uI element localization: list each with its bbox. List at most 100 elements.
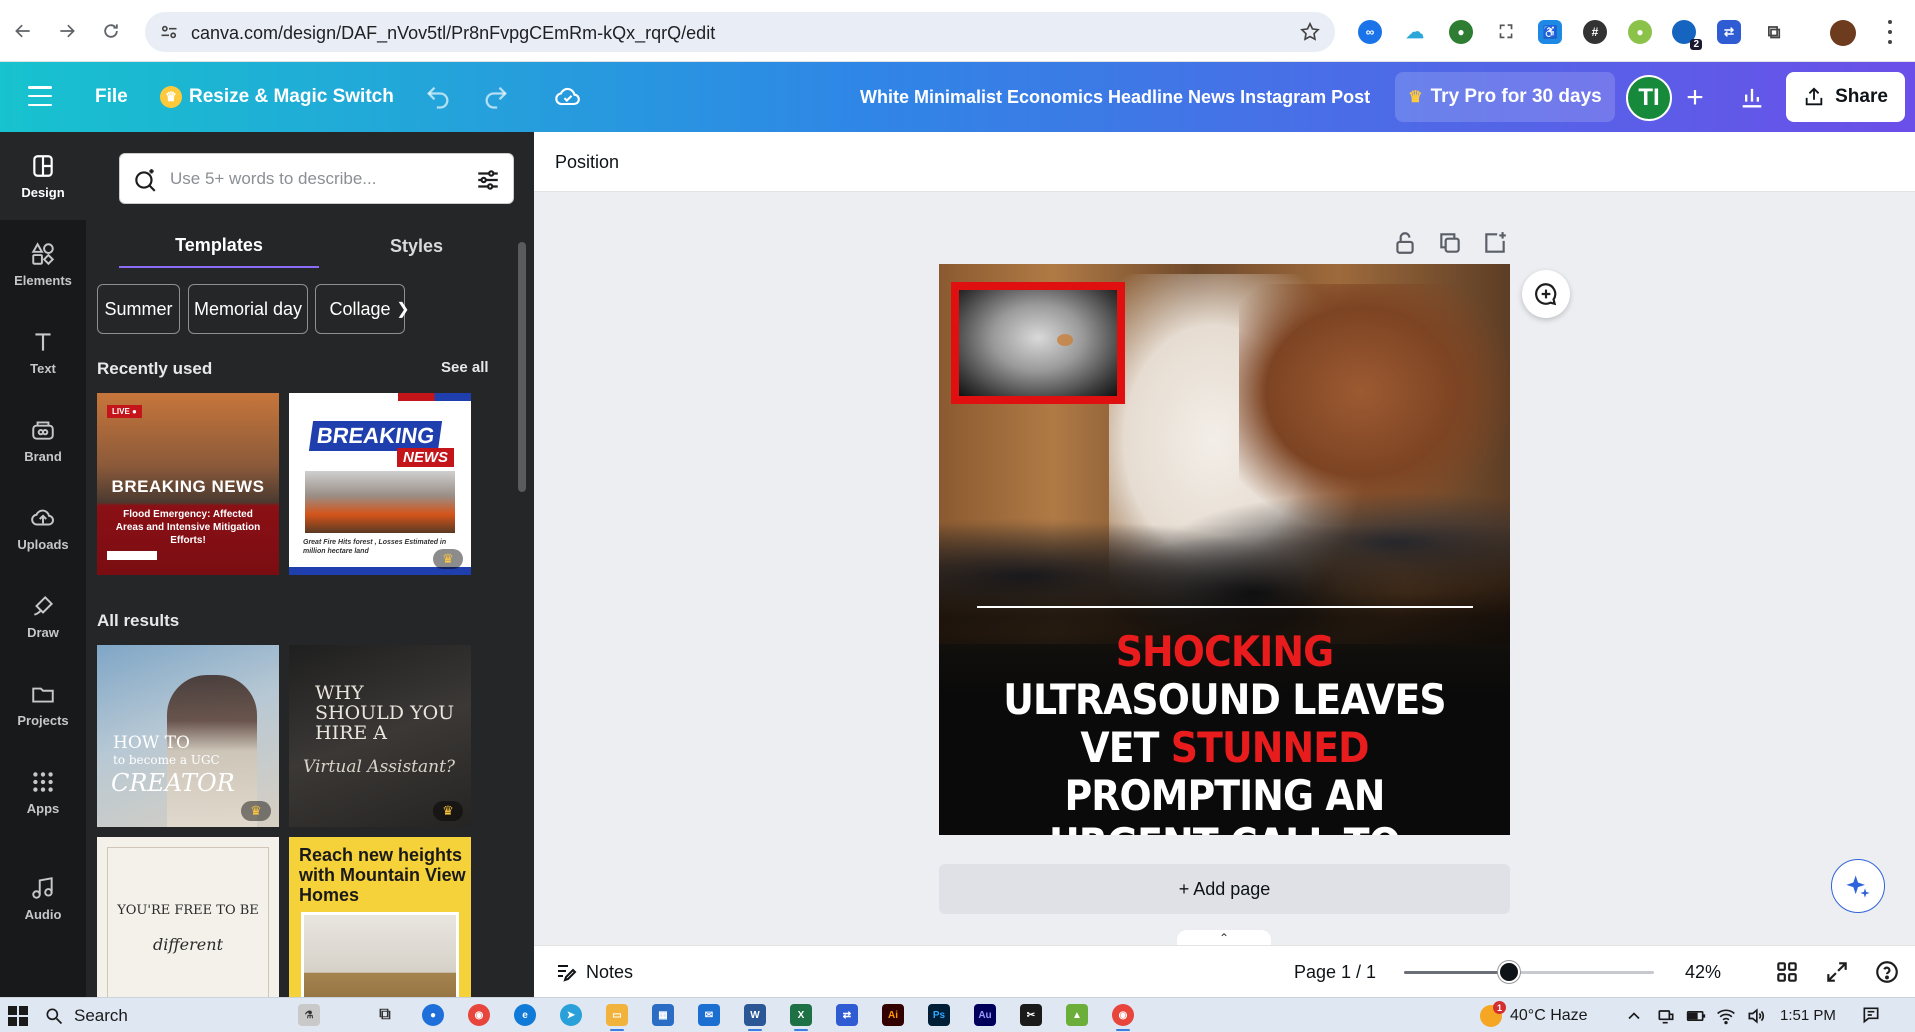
app-edge-icon[interactable]: e xyxy=(514,1004,536,1026)
rail-item-draw[interactable]: Draw xyxy=(0,572,86,660)
headline-text[interactable]: SHOCKING ULTRASOUND LEAVES VET STUNNED P… xyxy=(977,628,1473,836)
app-store-icon[interactable]: ▦ xyxy=(652,1004,674,1026)
zoom-slider-handle[interactable] xyxy=(1498,961,1520,983)
try-pro-button[interactable]: ♛ Try Pro for 30 days xyxy=(1395,72,1615,122)
page-counter[interactable]: Page 1 / 1 xyxy=(1294,962,1376,983)
main-menu-icon[interactable] xyxy=(28,86,52,106)
document-title[interactable]: White Minimalist Economics Headline News… xyxy=(860,62,1370,132)
template-thumb-ugc-creator[interactable]: HOW TO to become a UGC CREATOR ♛ xyxy=(97,645,279,827)
rail-item-text[interactable]: Text xyxy=(0,308,86,396)
template-thumb-virtual-assistant[interactable]: WHY SHOULD YOU HIRE A Virtual Assistant?… xyxy=(289,645,471,827)
insights-chart-icon[interactable] xyxy=(1738,83,1766,111)
app-excel-icon[interactable]: X xyxy=(790,1004,812,1031)
app-illustrator-icon[interactable]: Ai xyxy=(882,1004,904,1026)
extension-cloud-icon[interactable]: ☁ xyxy=(1403,20,1427,44)
fullscreen-icon[interactable] xyxy=(1824,959,1850,985)
extension-badge-icon[interactable]: 2 xyxy=(1672,20,1702,50)
app-capcut-icon[interactable]: ✂ xyxy=(1020,1004,1042,1026)
rail-item-apps[interactable]: Apps xyxy=(0,748,86,836)
extension-sync-icon[interactable]: ⇄ xyxy=(1717,20,1741,44)
volume-icon[interactable] xyxy=(1746,1006,1766,1026)
file-menu[interactable]: File xyxy=(95,62,128,132)
see-all-link[interactable]: See all xyxy=(441,359,489,376)
template-thumb-breaking-news[interactable]: BREAKING NEWS Great Fire Hits forest , L… xyxy=(289,393,471,575)
extension-globe-icon[interactable]: ● xyxy=(1449,20,1473,44)
zoom-slider[interactable] xyxy=(1404,961,1654,983)
notification-center-icon[interactable] xyxy=(1860,1005,1882,1025)
weather-widget[interactable]: 1 40°C Haze xyxy=(1480,1001,1588,1030)
browser-menu-icon[interactable] xyxy=(1885,20,1895,44)
help-icon[interactable] xyxy=(1874,959,1900,985)
extensions-puzzle-icon[interactable]: ⧉ xyxy=(1762,20,1786,44)
template-search-input[interactable] xyxy=(170,166,450,192)
add-page-button[interactable]: + Add page xyxy=(939,864,1510,914)
invite-plus-icon[interactable]: + xyxy=(1678,81,1712,115)
extension-screenshot-icon[interactable]: ⛶ xyxy=(1494,20,1518,44)
app-blue-icon[interactable]: ● xyxy=(422,1004,444,1026)
filter-sliders-icon[interactable] xyxy=(475,167,501,193)
user-avatar[interactable]: TI xyxy=(1626,75,1672,121)
app-science-icon[interactable]: ⚗ xyxy=(298,1004,320,1026)
system-clock[interactable]: 1:51 PM xyxy=(1780,1007,1836,1024)
pages-expand-chevron-icon[interactable]: ⌃ xyxy=(1177,930,1271,946)
reload-button[interactable] xyxy=(94,14,128,48)
chip-memorial-day[interactable]: Memorial day xyxy=(188,284,308,334)
rail-item-brand[interactable]: Brand xyxy=(0,396,86,484)
duplicate-page-icon[interactable] xyxy=(1437,230,1463,256)
undo-icon[interactable] xyxy=(424,83,452,111)
template-thumb-flood-news[interactable]: LIVE ● BREAKING NEWS Flood Emergency: Af… xyxy=(97,393,279,575)
app-task-view-icon[interactable]: ⧉ xyxy=(374,1004,396,1026)
taskbar-search[interactable]: Search xyxy=(44,1002,284,1030)
share-button[interactable]: Share xyxy=(1786,72,1905,122)
extension-bulb-icon[interactable]: ● xyxy=(1628,20,1652,44)
bookmark-star-icon[interactable] xyxy=(1299,21,1321,43)
resize-magic-switch-button[interactable]: ♛ Resize & Magic Switch xyxy=(160,62,394,132)
forward-button[interactable] xyxy=(50,14,84,48)
rail-item-uploads[interactable]: Uploads xyxy=(0,484,86,572)
rail-item-elements[interactable]: Elements xyxy=(0,220,86,308)
app-file-explorer-icon[interactable]: ▭ xyxy=(606,1004,628,1031)
notes-button[interactable]: Notes xyxy=(554,960,633,984)
template-thumb-free-to-be[interactable]: YOU'RE FREE TO BE different xyxy=(97,837,279,997)
app-mail-icon[interactable]: ✉ xyxy=(698,1004,720,1026)
app-green-icon[interactable]: ▲ xyxy=(1066,1004,1088,1026)
design-canvas[interactable]: SHOCKING ULTRASOUND LEAVES VET STUNNED P… xyxy=(939,264,1510,835)
template-thumb-mountain-view[interactable]: Reach new heights with Mountain View Hom… xyxy=(289,837,471,997)
app-telegram-icon[interactable]: ➤ xyxy=(560,1004,582,1026)
cloud-saved-icon[interactable] xyxy=(554,83,582,111)
tray-chevron-up-icon[interactable] xyxy=(1624,1006,1644,1026)
back-button[interactable] xyxy=(6,14,40,48)
tab-styles[interactable]: Styles xyxy=(319,224,514,268)
app-chrome-icon[interactable]: ◉ xyxy=(468,1004,490,1026)
grid-view-icon[interactable] xyxy=(1774,959,1800,985)
battery-icon[interactable] xyxy=(1686,1006,1706,1026)
app-word-icon[interactable]: W xyxy=(744,1004,766,1031)
wifi-icon[interactable] xyxy=(1716,1006,1736,1026)
url-text[interactable]: canva.com/design/DAF_nVov5tl/Pr8nFvpgCEm… xyxy=(191,23,715,44)
rail-item-projects[interactable]: Projects xyxy=(0,660,86,748)
magic-assistant-button[interactable] xyxy=(1831,859,1885,913)
site-settings-icon[interactable] xyxy=(159,22,179,42)
add-comment-button[interactable] xyxy=(1522,270,1570,318)
app-audition-icon[interactable]: Au xyxy=(974,1004,996,1026)
lock-icon[interactable] xyxy=(1392,230,1418,256)
extension-hashtag-icon[interactable]: # xyxy=(1583,20,1607,44)
add-page-icon[interactable] xyxy=(1482,230,1508,256)
template-search[interactable] xyxy=(119,153,514,204)
panel-scrollbar[interactable] xyxy=(518,232,526,992)
scrollbar-thumb[interactable] xyxy=(518,242,526,492)
app-sync-icon[interactable]: ⇄ xyxy=(836,1004,858,1026)
chip-summer[interactable]: Summer xyxy=(97,284,180,334)
app-photoshop-icon[interactable]: Ps xyxy=(928,1004,950,1026)
tab-templates[interactable]: Templates xyxy=(119,224,319,268)
zoom-percentage[interactable]: 42% xyxy=(1685,962,1721,983)
profile-avatar-icon[interactable] xyxy=(1830,20,1856,46)
ultrasound-xray-image[interactable] xyxy=(951,282,1125,404)
windows-start-icon[interactable] xyxy=(8,1006,28,1026)
tray-device-icon[interactable] xyxy=(1656,1006,1676,1026)
extension-accessibility-icon[interactable]: ♿ xyxy=(1538,20,1562,44)
redo-icon[interactable] xyxy=(482,83,510,111)
position-button[interactable]: Position xyxy=(555,152,619,173)
chips-next-chevron-icon[interactable]: ❯ xyxy=(392,284,414,334)
address-bar[interactable]: canva.com/design/DAF_nVov5tl/Pr8nFvpgCEm… xyxy=(145,12,1335,52)
